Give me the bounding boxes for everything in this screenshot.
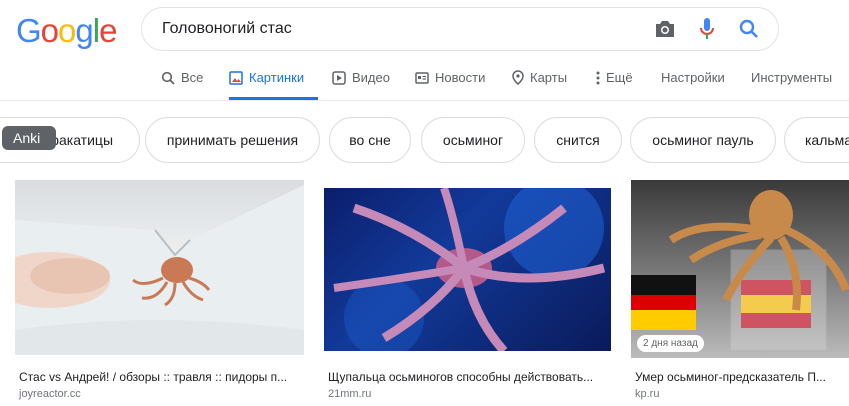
tab-settings[interactable]: Настройки [661, 56, 725, 99]
chip-label: осьминог пауль [652, 132, 754, 148]
result-thumbnail[interactable]: 2 дня назад [631, 180, 849, 358]
news-icon [415, 71, 429, 85]
search-icon [161, 71, 175, 85]
chip-related[interactable]: осьминог пауль [630, 117, 776, 163]
tab-tools[interactable]: Инструменты [751, 56, 832, 99]
search-icon[interactable] [728, 19, 770, 39]
tab-news[interactable]: Новости [415, 56, 485, 99]
logo-letter-1: G [16, 12, 42, 49]
tab-label: Инструменты [751, 70, 833, 85]
tab-label: Ещё [606, 70, 633, 85]
result-caption[interactable]: Стас vs Андрей! / обзоры :: травля :: пи… [19, 370, 304, 384]
chip-label: снится [556, 132, 600, 148]
tab-maps[interactable]: Карты [512, 56, 567, 99]
result-source: joyreactor.cc [19, 388, 81, 400]
chip-label: осьминог [442, 132, 504, 148]
result-thumbnail[interactable] [15, 180, 304, 355]
chip-related[interactable]: снится [534, 117, 622, 163]
chip-related[interactable]: во сне [329, 117, 411, 163]
camera-icon[interactable] [644, 20, 686, 38]
tab-label: Новости [435, 70, 486, 85]
tab-label: Карты [530, 70, 568, 85]
chip-related[interactable]: принимать решения [145, 117, 320, 163]
logo-letter-3: o [58, 12, 76, 49]
microphone-icon[interactable] [686, 17, 728, 41]
result-source: kp.ru [635, 388, 660, 400]
tab-label: Картинки [249, 70, 305, 85]
image-icon [229, 70, 243, 85]
anki-tooltip: Anki [2, 126, 56, 150]
google-logo[interactable]: Google [16, 12, 117, 50]
search-tabs: Все Картинки Видео Новости Карты Ещё Нас… [0, 56, 849, 101]
tab-label: Настройки [661, 70, 725, 85]
more-vert-icon [596, 71, 600, 85]
logo-letter-6: e [99, 12, 117, 49]
chip-label: во сне [349, 132, 391, 148]
time-badge: 2 дня назад [637, 335, 704, 352]
result-source: 21mm.ru [328, 388, 372, 400]
search-input[interactable]: Головоногий стас [142, 20, 644, 38]
tab-all[interactable]: Все [161, 56, 203, 99]
chip-related[interactable]: кальма [784, 117, 849, 163]
logo-letter-4: g [75, 12, 93, 49]
tab-label: Видео [352, 70, 390, 85]
logo-letter-2: o [40, 12, 59, 49]
result-caption[interactable]: Щупальца осьминогов способны действовать… [328, 370, 611, 384]
play-icon [332, 70, 346, 85]
tab-video[interactable]: Видео [332, 56, 390, 99]
result-caption[interactable]: Умер осьминог-предсказатель П... [635, 370, 845, 384]
tab-more[interactable]: Ещё [596, 56, 633, 99]
tab-label: Все [181, 70, 204, 85]
map-pin-icon [512, 70, 524, 85]
chip-label: принимать решения [166, 132, 299, 148]
chip-label: кальма [805, 132, 849, 148]
chip-related[interactable]: осьминог [421, 117, 525, 163]
result-thumbnail[interactable] [324, 188, 611, 351]
tab-images[interactable]: Картинки [229, 56, 318, 100]
search-box[interactable]: Головоногий стас [141, 7, 779, 51]
